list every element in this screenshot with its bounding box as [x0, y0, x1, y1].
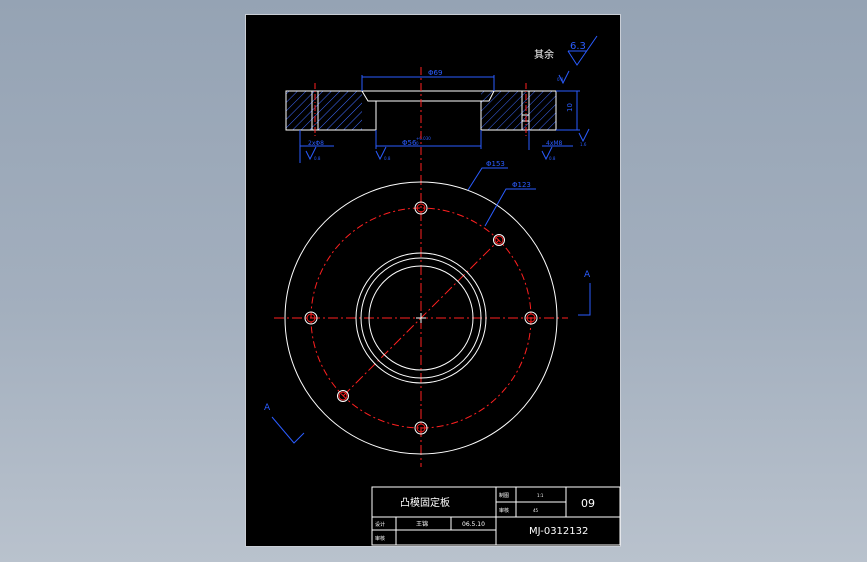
- dim-bottom-diameter: Φ56: [402, 139, 417, 147]
- title-approved-label: 审核: [375, 535, 385, 542]
- roughness-note: 其余 6.3: [534, 35, 598, 66]
- section-view: Φ69 Φ56 +0.030 0 2xΦ8 0.8 0.8 10 0.8 1.6…: [285, 67, 590, 173]
- section-marker-right: A: [584, 270, 591, 280]
- roughness-label: 其余: [534, 48, 554, 61]
- roughness-value: 6.3: [570, 41, 586, 52]
- dim-top-diameter: Φ69: [428, 69, 442, 77]
- thickness-value: 10: [566, 103, 574, 112]
- title-checked-label: 审核: [499, 507, 509, 514]
- roughness-mark-left: 0.8: [314, 156, 321, 161]
- outer-diameter-label: Φ153: [486, 160, 505, 168]
- section-arrow-left: [271, 416, 305, 444]
- bolt-circle-label: Φ123: [512, 181, 531, 189]
- title-drawing-number: MJ-0312132: [529, 526, 588, 537]
- roughness-mark-top: 0.8: [557, 77, 564, 82]
- roughness-mark-right-icon: [578, 128, 590, 143]
- drawing-sheet: 其余 6.3 Φ69 Φ56 +0.030 0 2xΦ8 0.8 0.8 10 …: [245, 14, 621, 547]
- dim-tolerance-bottom: 0: [416, 141, 419, 146]
- leader-bolt-circle: [484, 188, 536, 227]
- section-marker-left: A: [264, 403, 271, 413]
- title-drawn-label: 制图: [499, 492, 509, 499]
- section-arrow-right: [578, 283, 591, 316]
- title-sheet-number: 09: [581, 497, 595, 510]
- title-date: 06.5.10: [462, 521, 485, 528]
- title-material: 45: [533, 508, 539, 513]
- roughness-mark-right: 1.6: [580, 142, 587, 147]
- hatch-left: [286, 91, 362, 130]
- title-part-name: 凸模固定板: [400, 496, 450, 509]
- title-designer-name: 王锦: [416, 520, 428, 528]
- title-designer-label: 设计: [375, 521, 385, 528]
- plan-view: Φ153 Φ123 A A: [264, 160, 591, 467]
- hatch-right: [481, 91, 556, 130]
- cad-drawing: 其余 6.3 Φ69 Φ56 +0.030 0 2xΦ8 0.8 0.8 10 …: [264, 35, 621, 546]
- left-callout-text: 2xΦ8: [308, 140, 324, 147]
- right-callout-text: 4xM8: [546, 140, 563, 147]
- roughness-mark-mid: 0.8: [384, 156, 391, 161]
- leader-outer-diameter: [467, 167, 508, 191]
- roughness-mark-bottom-right: 0.8: [549, 156, 556, 161]
- title-scale: 1:1: [537, 493, 544, 498]
